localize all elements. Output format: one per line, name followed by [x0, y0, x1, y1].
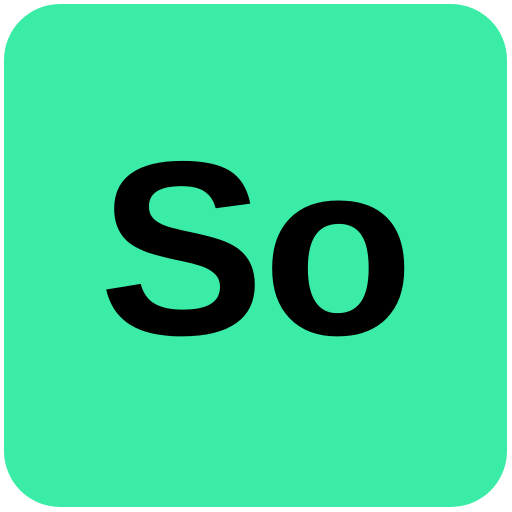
app-icon-container: So — [0, 0, 512, 512]
app-icon[interactable]: So — [4, 4, 507, 507]
app-icon-label: So — [99, 108, 414, 387]
